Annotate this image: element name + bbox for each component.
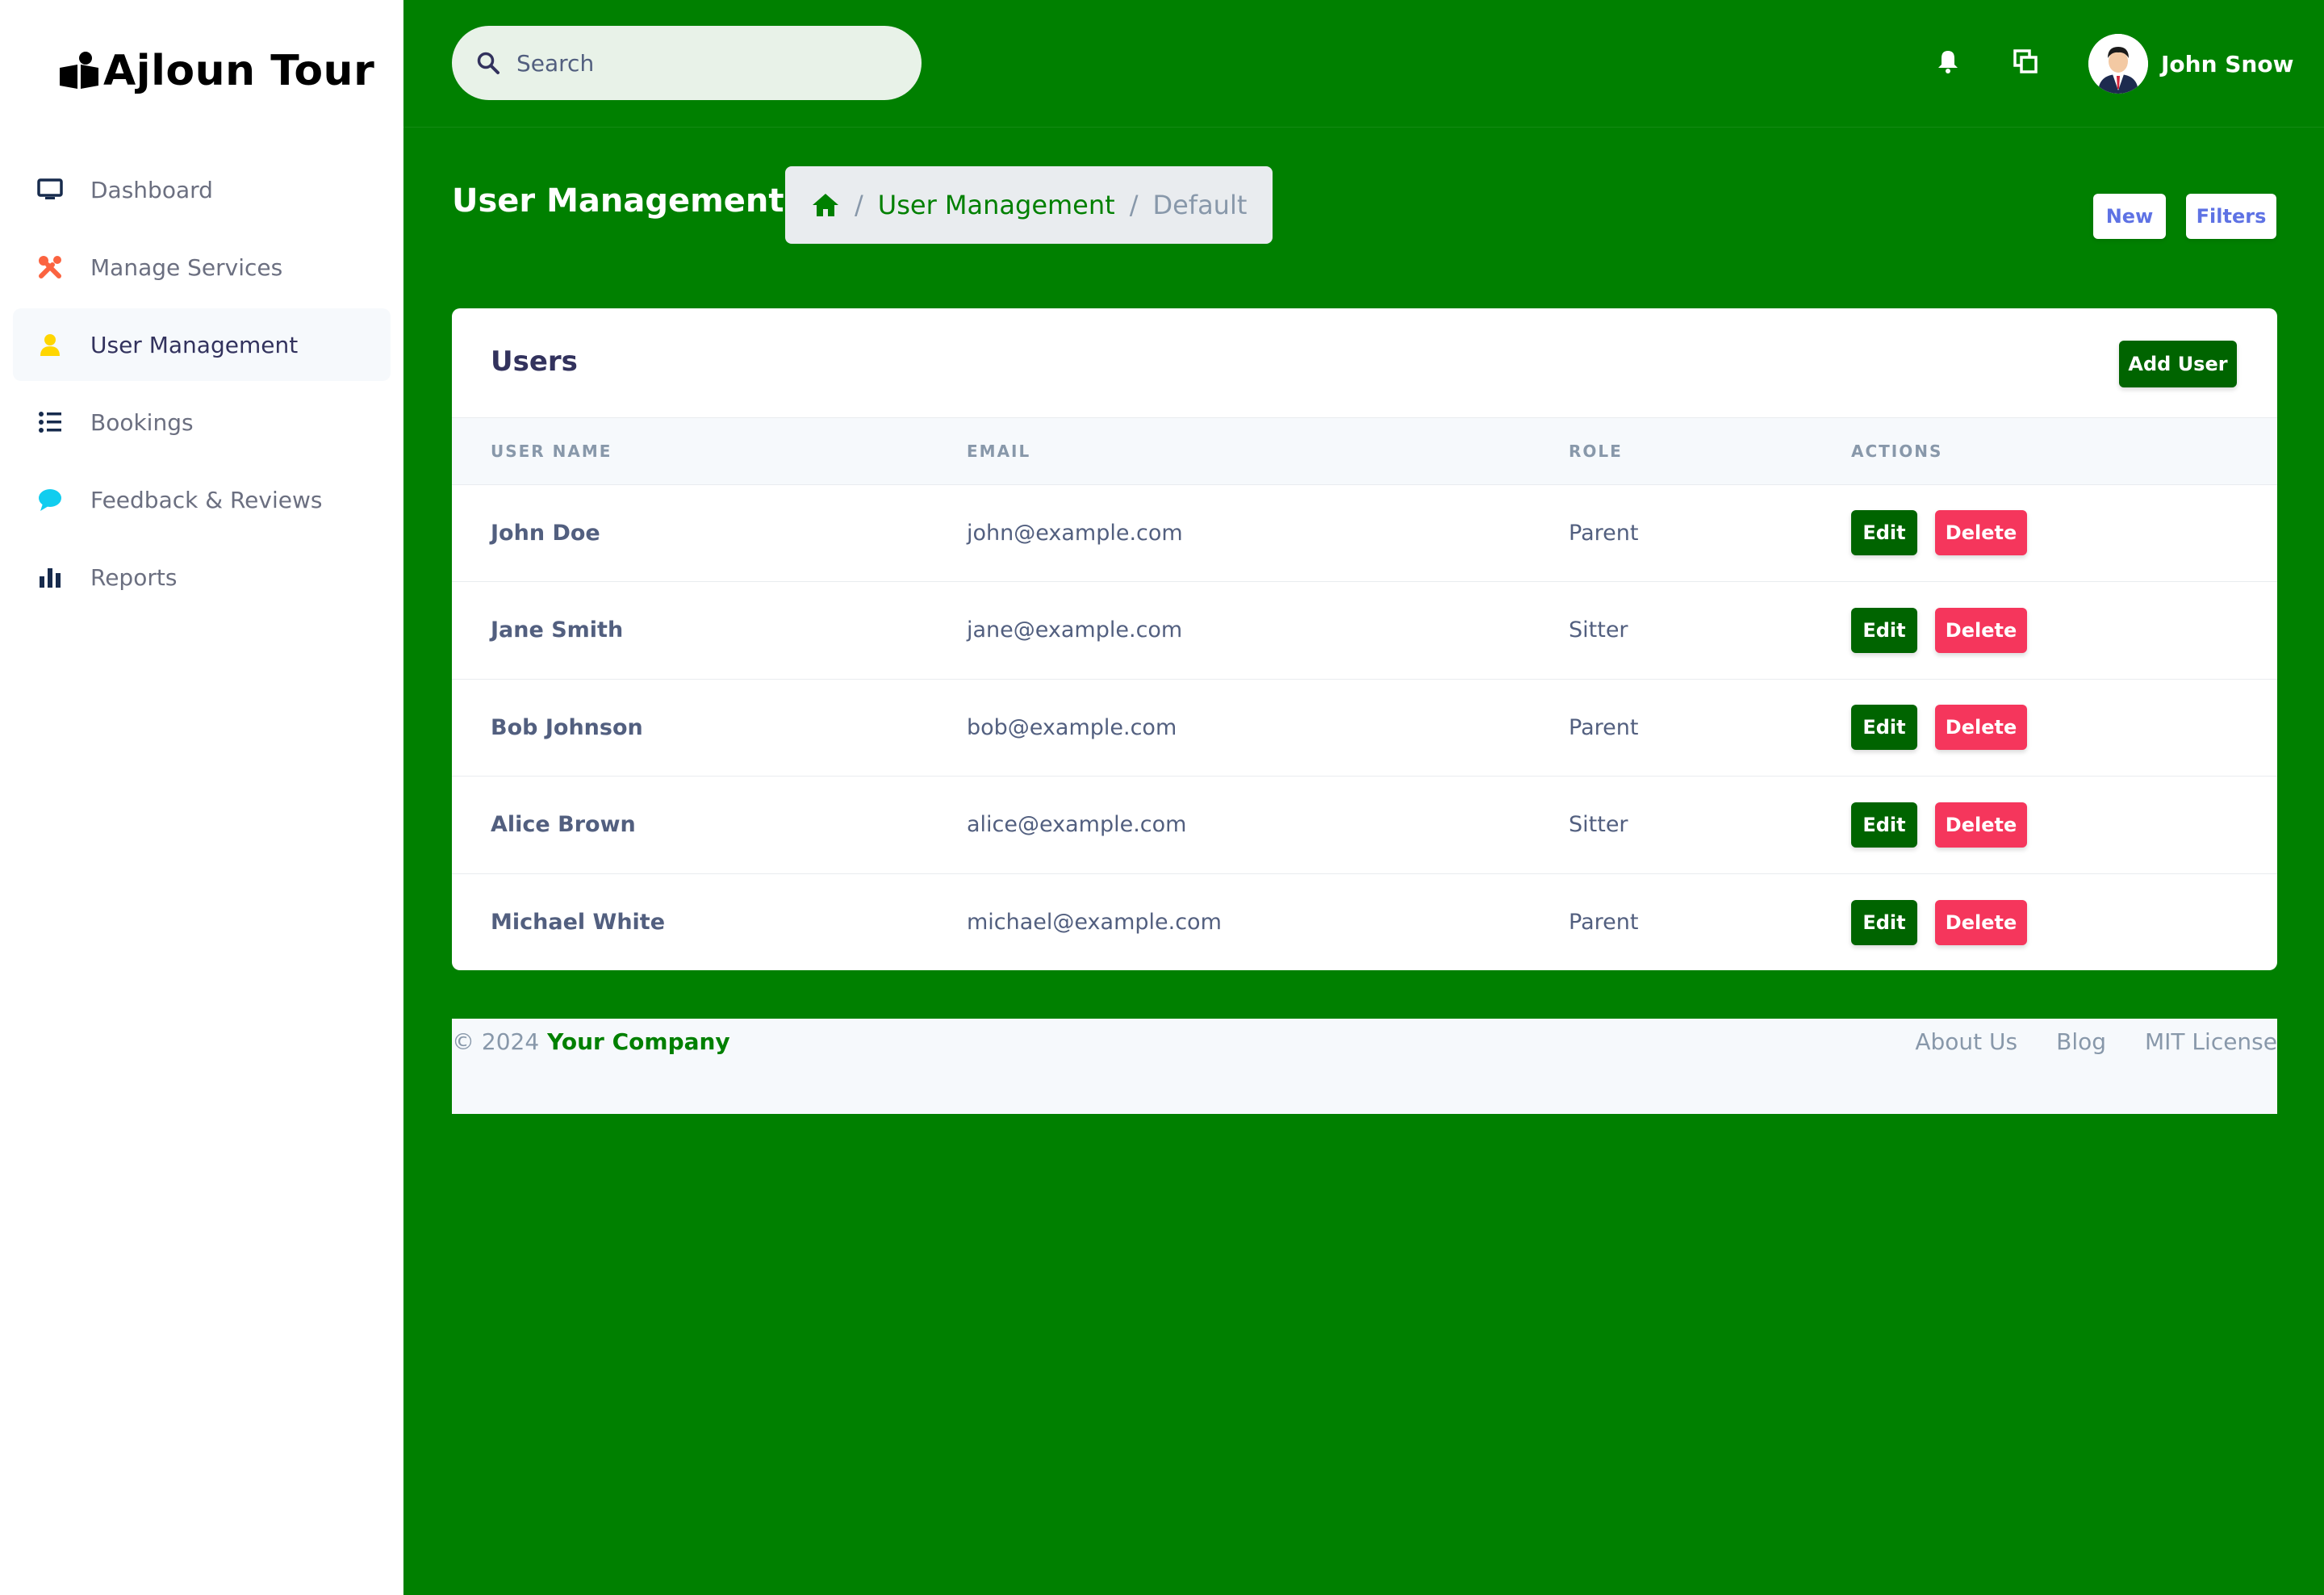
top-navbar: John Snow [403,0,2324,128]
footer-link-mit-license[interactable]: MIT License [2145,1028,2277,1055]
sidebar-item-label: Manage Services [90,253,283,281]
sidebar-item-label: Reports [90,563,178,591]
sidebar-item-feedback-reviews[interactable]: Feedback & Reviews [13,463,391,536]
table-row: Alice Brown alice@example.com Sitter Edi… [452,777,2277,874]
sidebar-item-label: Dashboard [90,176,213,203]
email-cell: michael@example.com [967,910,1222,935]
edit-button[interactable]: Edit [1851,899,1917,945]
footer-link-about-us[interactable]: About Us [1915,1028,2017,1055]
copyright-year: © 2024 [452,1028,540,1055]
search-input[interactable] [516,49,888,77]
chat-bubble-icon [36,485,65,514]
search-icon [477,52,499,74]
add-user-button[interactable]: Add User [2119,341,2237,387]
footer-link-blog[interactable]: Blog [2056,1028,2106,1055]
actions-cell: Edit Delete [1812,582,2277,680]
actions-cell: Edit Delete [1812,484,2277,582]
email-cell: alice@example.com [967,812,1187,838]
user-name-cell: John Doe [491,520,600,546]
tools-icon [36,253,65,282]
role-cell: Sitter [1569,812,1628,838]
role-cell: Parent [1569,520,1639,546]
role-cell: Parent [1569,910,1639,935]
monitor-icon [36,175,65,204]
user-name-cell: Michael White [491,910,666,935]
brand-name: Ajloun Tour [103,47,375,95]
breadcrumb: / User Management / Default [785,166,1273,244]
sidebar-item-bookings[interactable]: Bookings [13,386,391,458]
company-link[interactable]: Your Company [547,1028,730,1055]
bar-chart-icon [36,563,65,592]
reader-icon [60,52,98,89]
table-row: John Doe john@example.com Parent Edit Del… [452,484,2277,582]
email-cell: bob@example.com [967,714,1177,740]
home-icon[interactable] [811,190,840,220]
email-cell: jane@example.com [967,617,1183,643]
table-row: Bob Johnson bob@example.com Parent Edit D… [452,679,2277,777]
column-header-user-name[interactable]: User Name [452,418,928,485]
column-header-role[interactable]: Role [1530,418,1812,485]
breadcrumb-current: Default [1152,190,1248,220]
footer-links: About Us Blog MIT License [1876,1028,2277,1055]
actions-cell: Edit Delete [1812,777,2277,874]
user-name: John Snow [2161,50,2294,77]
edit-button[interactable]: Edit [1851,802,1917,848]
breadcrumb-separator: / [855,190,863,220]
delete-button[interactable]: Delete [1935,510,2027,556]
user-name-cell: Alice Brown [491,812,636,838]
actions-cell: Edit Delete [1812,679,2277,777]
search-box[interactable] [452,26,922,100]
table-header-row: User Name Email Role Actions [452,418,2277,485]
delete-button[interactable]: Delete [1935,802,2027,848]
sidebar-item-manage-services[interactable]: Manage Services [13,231,391,304]
delete-button[interactable]: Delete [1935,705,2027,751]
new-button[interactable]: New [2093,194,2166,239]
user-name-cell: Jane Smith [491,617,624,643]
list-icon [36,408,65,437]
breadcrumb-separator: / [1129,190,1139,220]
user-icon [36,330,65,359]
copyright: © 2024 Your Company [452,1028,730,1055]
card-header: Users Add User [452,308,2277,418]
sidebar-nav: Dashboard Manage Services User Managemen… [13,153,391,618]
actions-cell: Edit Delete [1812,873,2277,970]
page-title: User Management [452,182,784,220]
avatar [2088,34,2148,94]
sidebar-item-dashboard[interactable]: Dashboard [13,153,391,226]
role-cell: Parent [1569,714,1639,740]
table-row: Michael White michael@example.com Parent… [452,873,2277,970]
role-cell: Sitter [1569,617,1628,643]
notifications-bell-icon[interactable] [1932,45,1964,77]
user-menu[interactable]: John Snow [2088,34,2293,94]
footer: © 2024 Your Company About Us Blog MIT Lic… [452,1019,2277,1114]
edit-button[interactable]: Edit [1851,510,1917,556]
column-header-actions: Actions [1812,418,2277,485]
users-card: Users Add User User Name Email Role Acti… [452,308,2277,970]
filters-button[interactable]: Filters [2186,194,2276,239]
card-title: Users [491,345,578,378]
table-row: Jane Smith jane@example.com Sitter Edit D… [452,582,2277,680]
users-table: User Name Email Role Actions John Doe jo… [452,418,2277,970]
column-header-email[interactable]: Email [928,418,1530,485]
sidebar-item-label: Bookings [90,408,194,436]
sidebar-item-label: Feedback & Reviews [90,486,323,513]
edit-button[interactable]: Edit [1851,705,1917,751]
breadcrumb-link[interactable]: User Management [878,190,1115,220]
sidebar: Ajloun Tour Dashboard Manage Services Us… [0,0,403,1595]
multiple-windows-icon[interactable] [2009,45,2042,77]
brand-logo[interactable]: Ajloun Tour [56,47,374,95]
email-cell: john@example.com [967,520,1183,546]
edit-button[interactable]: Edit [1851,607,1917,653]
delete-button[interactable]: Delete [1935,607,2027,653]
sidebar-item-user-management[interactable]: User Management [13,308,391,381]
delete-button[interactable]: Delete [1935,899,2027,945]
user-name-cell: Bob Johnson [491,714,643,740]
sidebar-item-reports[interactable]: Reports [13,541,391,613]
sidebar-item-label: User Management [90,331,299,358]
